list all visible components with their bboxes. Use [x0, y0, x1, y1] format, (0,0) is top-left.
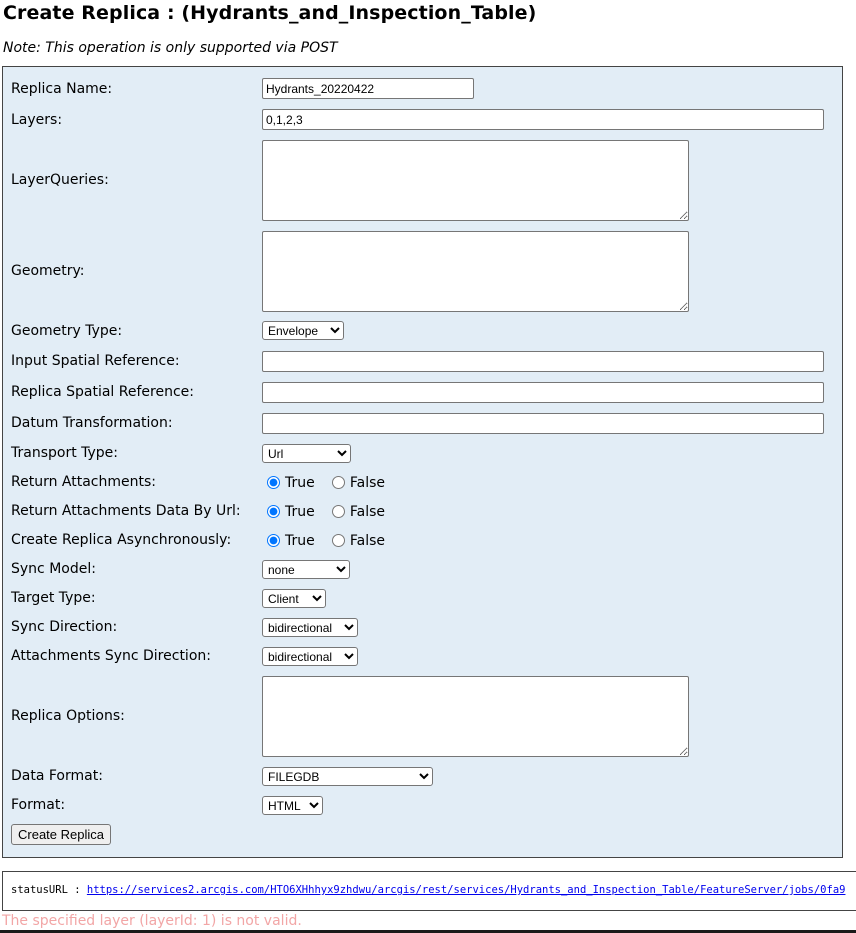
replica-sr-input[interactable]	[262, 382, 824, 403]
data-format-select[interactable]: FILEGDB	[262, 767, 433, 786]
datum-transformation-input[interactable]	[262, 413, 824, 434]
async-true[interactable]: True	[267, 533, 315, 549]
replica-options-label: Replica Options:	[11, 708, 125, 724]
format-select[interactable]: HTML	[262, 796, 323, 815]
async-false-radio[interactable]	[331, 534, 345, 547]
input-sr-input[interactable]	[262, 351, 824, 372]
geometry-textarea[interactable]	[262, 231, 689, 312]
geometry-label: Geometry:	[11, 263, 85, 279]
transport-type-select[interactable]: Url	[262, 444, 351, 463]
sync-model-select[interactable]: none	[262, 560, 350, 579]
layers-input[interactable]	[262, 109, 824, 130]
return-attachments-true-radio[interactable]	[267, 476, 280, 489]
create-replica-button[interactable]: Create Replica	[11, 824, 111, 845]
transport-type-label: Transport Type:	[11, 445, 119, 461]
replica-name-input[interactable]	[262, 78, 474, 99]
input-sr-label: Input Spatial Reference:	[11, 353, 180, 369]
layer-queries-textarea[interactable]	[262, 140, 689, 221]
target-type-label: Target Type:	[11, 590, 96, 606]
return-attachments-true[interactable]: True	[267, 475, 315, 491]
target-type-select[interactable]: Client	[262, 589, 326, 608]
datum-transformation-label: Datum Transformation:	[11, 415, 173, 431]
create-replica-form: Replica Name: Layers: LayerQueries: Geom…	[2, 66, 843, 858]
attachments-sync-direction-label: Attachments Sync Direction:	[11, 648, 211, 664]
layer-queries-label: LayerQueries:	[11, 172, 109, 188]
async-radios: True False	[267, 532, 397, 551]
return-attachments-url-false-radio[interactable]	[331, 505, 345, 518]
status-url-link[interactable]: https://services2.arcgis.com/HTO6XHhhyx9…	[87, 884, 846, 896]
attachments-sync-direction-select[interactable]: bidirectional	[262, 647, 358, 666]
status-line: statusURL : https://services2.arcgis.com…	[11, 884, 845, 896]
geometry-type-label: Geometry Type:	[11, 323, 123, 339]
return-attachments-radios: True False	[267, 474, 397, 493]
return-attachments-url-true[interactable]: True	[267, 504, 315, 520]
sync-direction-label: Sync Direction:	[11, 619, 118, 635]
return-attachments-false[interactable]: False	[331, 475, 385, 491]
replica-options-textarea[interactable]	[262, 676, 689, 757]
return-attachments-url-radios: True False	[267, 503, 397, 522]
async-false[interactable]: False	[331, 533, 385, 549]
format-label: Format:	[11, 797, 66, 813]
async-true-radio[interactable]	[267, 534, 280, 547]
return-attachments-false-radio[interactable]	[331, 476, 345, 489]
return-attachments-url-true-radio[interactable]	[267, 505, 280, 518]
replica-name-label: Replica Name:	[11, 81, 113, 97]
status-url-label: statusURL :	[11, 884, 81, 896]
replica-sr-label: Replica Spatial Reference:	[11, 384, 194, 400]
status-panel: statusURL : https://services2.arcgis.com…	[2, 871, 856, 911]
layers-label: Layers:	[11, 112, 63, 128]
geometry-type-select[interactable]: Envelope	[262, 321, 344, 340]
return-attachments-label: Return Attachments:	[11, 474, 156, 490]
return-attachments-url-false[interactable]: False	[331, 504, 385, 520]
return-attachments-url-label: Return Attachments Data By Url:	[11, 503, 241, 519]
data-format-label: Data Format:	[11, 768, 103, 784]
sync-model-label: Sync Model:	[11, 561, 96, 577]
sync-direction-select[interactable]: bidirectional	[262, 618, 358, 637]
page-title: Create Replica : (Hydrants_and_Inspectio…	[3, 2, 537, 24]
async-label: Create Replica Asynchronously:	[11, 532, 232, 548]
post-only-note: Note: This operation is only supported v…	[3, 40, 338, 56]
error-message: The specified layer (layerId: 1) is not …	[2, 913, 302, 929]
